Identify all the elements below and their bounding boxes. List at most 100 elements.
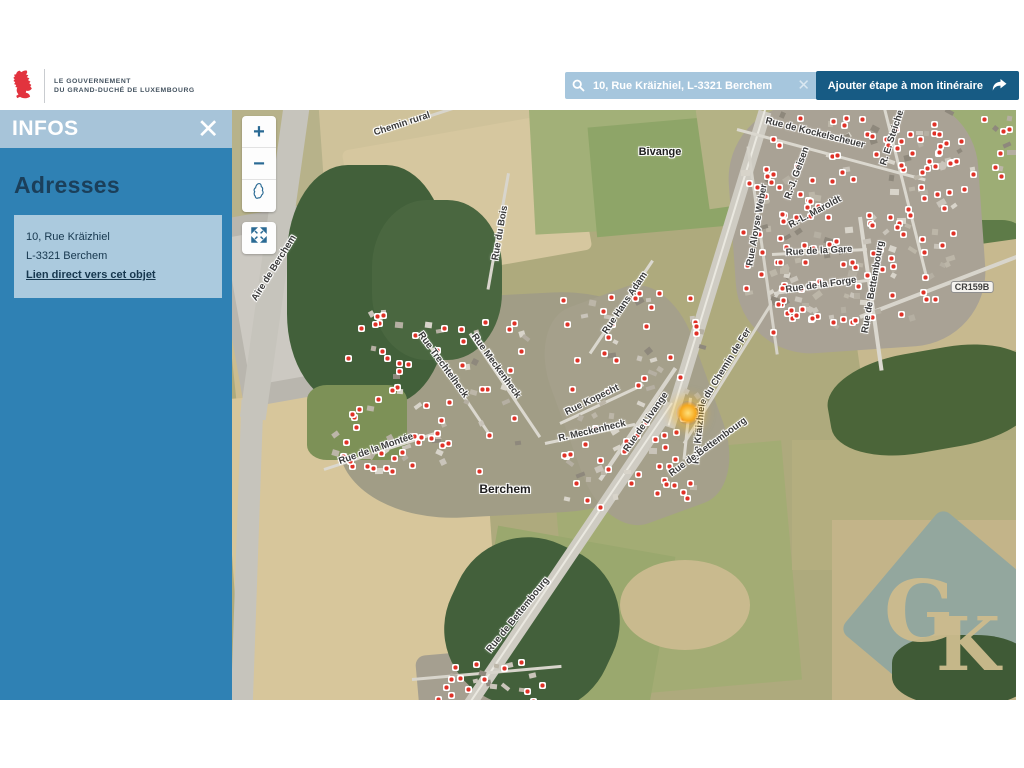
address-point <box>511 320 518 327</box>
info-panel-header: INFOS ✕ <box>0 110 232 148</box>
address-point <box>937 143 944 150</box>
address-point <box>418 434 425 441</box>
building <box>494 664 500 669</box>
direct-object-link[interactable]: Lien direct vers cet objet <box>26 266 156 285</box>
address-point <box>445 440 452 447</box>
address-point <box>687 295 694 302</box>
watermark-letter-k: K <box>936 602 1000 688</box>
logo-line1: LE GOUVERNEMENT <box>54 77 195 87</box>
address-point <box>482 319 489 326</box>
address-point <box>443 684 450 691</box>
address-point <box>518 659 525 666</box>
building <box>395 322 403 329</box>
address-point <box>459 362 466 369</box>
address-point <box>530 698 537 700</box>
address-point <box>840 261 847 268</box>
address-point <box>597 457 604 464</box>
building <box>367 405 375 411</box>
add-route-step-button[interactable]: Ajouter étape à mon itinéraire <box>816 71 1019 100</box>
address-point <box>663 481 670 488</box>
route-arrow-icon <box>991 79 1007 92</box>
address-point <box>656 290 663 297</box>
selected-address-marker[interactable] <box>676 401 700 425</box>
zoom-extent-button[interactable] <box>242 180 276 212</box>
zoom-out-button[interactable]: − <box>242 148 276 180</box>
building <box>425 322 433 329</box>
gouvernement-logo[interactable]: LE GOUVERNEMENT DU GRAND-DUCHÉ DE LUXEMB… <box>10 64 195 108</box>
address-point <box>358 325 365 332</box>
map-canvas[interactable]: G K CR159B + − <box>232 110 1016 700</box>
address-point <box>662 444 669 451</box>
address-point <box>370 465 377 472</box>
address-point <box>958 138 965 145</box>
address-point <box>680 489 687 496</box>
address-point <box>920 289 927 296</box>
address-point <box>931 121 938 128</box>
address-point <box>907 212 914 219</box>
address-point <box>574 357 581 364</box>
address-point <box>894 224 901 231</box>
address-point <box>932 163 939 170</box>
address-point <box>943 140 950 147</box>
address-point <box>677 374 684 381</box>
address-point <box>743 285 750 292</box>
address-point <box>829 178 836 185</box>
address-point <box>656 463 663 470</box>
address-point <box>770 136 777 143</box>
address-point <box>379 348 386 355</box>
address-point <box>524 688 531 695</box>
address-point <box>601 350 608 357</box>
building <box>741 170 750 176</box>
address-point <box>506 326 513 333</box>
fullscreen-button[interactable] <box>242 222 276 254</box>
terrain-patch <box>620 560 750 650</box>
zoom-in-button[interactable]: + <box>242 116 276 148</box>
address-point <box>518 348 525 355</box>
address-point <box>452 664 459 671</box>
search-input[interactable] <box>591 79 793 93</box>
address-point <box>889 292 896 299</box>
address-point <box>770 329 777 336</box>
address-point <box>888 255 895 262</box>
address-point <box>673 429 680 436</box>
search-bar[interactable]: ✕ <box>565 72 837 99</box>
terrain-patch <box>372 200 502 360</box>
address-point <box>866 212 873 219</box>
address-point <box>936 131 943 138</box>
address-point <box>946 189 953 196</box>
address-point <box>643 323 650 330</box>
address-point <box>802 259 809 266</box>
address-point <box>898 138 905 145</box>
address-point <box>438 417 445 424</box>
address-point <box>349 411 356 418</box>
address-point <box>839 169 846 176</box>
address-point <box>446 399 453 406</box>
address-point <box>921 249 928 256</box>
address-point <box>396 368 403 375</box>
address-point <box>457 675 464 682</box>
top-bar: LE GOUVERNEMENT DU GRAND-DUCHÉ DE LUXEMB… <box>0 62 1024 110</box>
address-point <box>807 198 814 205</box>
address-point <box>687 480 694 487</box>
address-point <box>763 166 770 173</box>
main-content: INFOS ✕ Adresses 10, Rue Kräizhiel L-332… <box>0 110 1024 700</box>
address-point <box>652 436 659 443</box>
address-point <box>353 424 360 431</box>
address-point <box>605 466 612 473</box>
address-line1: 10, Rue Kräizhiel <box>26 228 210 247</box>
address-point <box>608 294 615 301</box>
address-point <box>597 504 604 511</box>
map-zoom-controls: + − <box>242 116 276 212</box>
address-point <box>900 231 907 238</box>
address-point <box>799 306 806 313</box>
address-point <box>776 184 783 191</box>
close-icon[interactable]: ✕ <box>197 117 220 141</box>
address-point <box>746 180 753 187</box>
address-point <box>950 230 957 237</box>
address-point <box>423 402 430 409</box>
address-point <box>898 162 905 169</box>
address-point <box>936 149 943 156</box>
clear-search-icon[interactable]: ✕ <box>797 78 810 93</box>
address-point <box>922 274 929 281</box>
luxembourg-lion-icon <box>10 68 36 104</box>
